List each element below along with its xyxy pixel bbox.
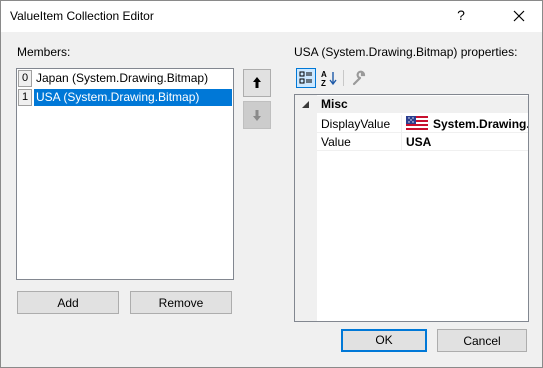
ok-button[interactable]: OK [341,329,427,352]
list-item-selected[interactable]: 1 USA (System.Drawing.Bitmap) [18,89,232,106]
property-row-value[interactable]: Value USA [317,133,528,151]
category-label: Misc [321,97,348,111]
move-down-button[interactable] [243,101,271,129]
collapse-icon[interactable] [301,100,311,110]
wrench-icon [352,70,366,86]
list-item-label: Japan (System.Drawing.Bitmap) [36,71,209,85]
arrow-down-icon [253,110,261,121]
alphabetical-icon: A Z [321,70,337,88]
list-item-index: 0 [18,70,32,87]
property-row-displayvalue[interactable]: DisplayValue System.Drawing. [317,115,528,133]
categorized-button[interactable] [296,68,316,88]
close-button[interactable] [505,5,533,27]
property-name: DisplayValue [321,117,391,131]
window-title: ValueItem Collection Editor [10,9,154,23]
members-label: Members: [17,45,71,59]
property-name: Value [321,135,351,149]
property-value: System.Drawing. [433,117,529,131]
column-divider [401,133,402,150]
us-flag-icon [406,116,428,131]
title-bar: ValueItem Collection Editor ? [1,1,542,32]
grid-margin [295,95,317,321]
property-grid-toolbar: A Z [294,68,374,90]
toolbar-separator [343,70,344,86]
svg-text:Z: Z [321,79,326,88]
property-pages-button[interactable] [349,68,369,88]
close-icon [513,10,525,22]
add-button[interactable]: Add [17,291,119,314]
help-button[interactable]: ? [451,7,471,23]
list-item[interactable]: 0 Japan (System.Drawing.Bitmap) [18,70,232,87]
remove-button[interactable]: Remove [130,291,232,314]
alphabetical-button[interactable]: A Z [319,68,339,88]
svg-text:A: A [321,70,327,79]
column-divider [401,115,402,132]
property-value: USA [406,135,432,149]
properties-label: USA (System.Drawing.Bitmap) properties: [294,45,518,59]
list-item-index: 1 [18,89,32,106]
category-row-misc[interactable]: Misc [295,96,528,113]
property-grid[interactable]: Misc DisplayValue System.Drawing. Value [294,94,529,322]
move-up-button[interactable] [243,69,271,97]
members-list[interactable]: 0 Japan (System.Drawing.Bitmap) 1 USA (S… [16,68,234,280]
list-item-label: USA (System.Drawing.Bitmap) [36,90,200,104]
categorized-icon [299,71,312,84]
arrow-up-icon [253,77,261,88]
cancel-button[interactable]: Cancel [437,329,527,352]
collection-editor-dialog: ValueItem Collection Editor ? Members: 0… [0,0,543,368]
